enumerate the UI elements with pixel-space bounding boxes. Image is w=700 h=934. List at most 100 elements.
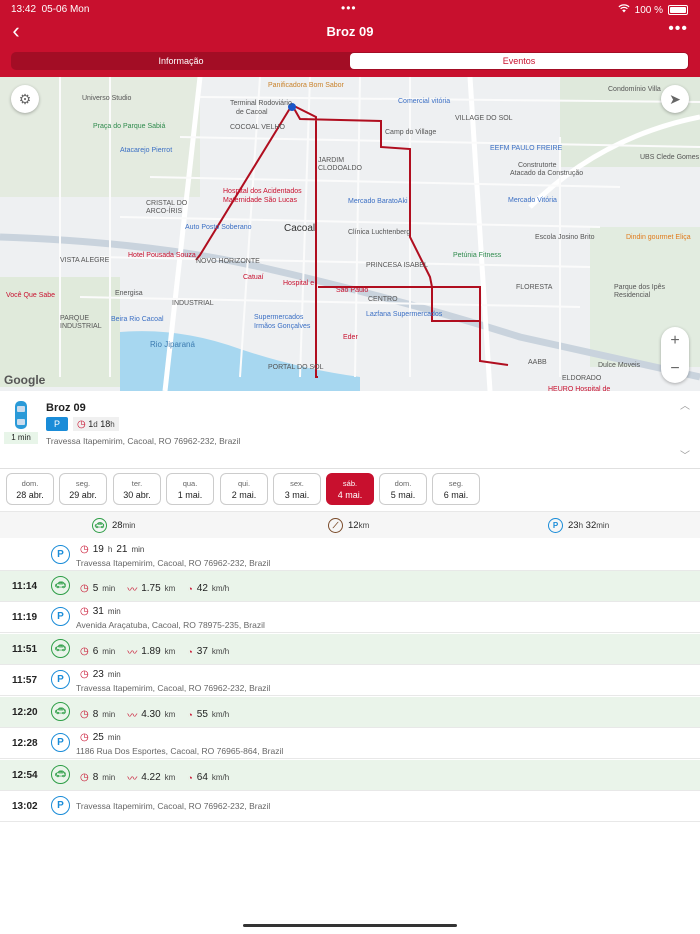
- event-duration: ◷ 23 min: [80, 669, 121, 680]
- event-stats: ◷ 6 min 〰 1.89 km ◔ 37 km/h: [80, 646, 230, 659]
- battery-status: 100 %: [618, 4, 688, 16]
- day-chip[interactable]: ter. 30 abr.: [113, 473, 161, 505]
- car-icon: 🚗︎: [92, 518, 107, 533]
- event-row-park[interactable]: 11:57 P ◷ 23 min Travessa Itapemirim, Caco…: [0, 665, 700, 696]
- event-duration: ◷ 31 min: [80, 606, 121, 617]
- route-map[interactable]: Panificadora Bom Sabor Universo Studio T…: [0, 77, 700, 391]
- status-time: 13:42 05-06 Mon: [11, 4, 90, 15]
- event-time: 12:54: [12, 770, 38, 781]
- svg-text:Construtorte: Construtorte: [518, 162, 557, 169]
- svg-text:Eder: Eder: [343, 334, 358, 341]
- event-row-drive[interactable]: 12:20 🚗︎ ◷ 8 min 〰 4.30 km ◔ 55 km/h: [0, 697, 700, 728]
- svg-text:Parque dos Ipês: Parque dos Ipês: [614, 284, 665, 291]
- svg-text:EEFM PAULO FREIRE: EEFM PAULO FREIRE: [490, 145, 563, 152]
- clock-icon: ◷: [80, 606, 89, 617]
- tab-informacao[interactable]: Informação: [12, 53, 350, 69]
- vehicle-name: Broz 09: [46, 402, 86, 414]
- vehicle-info-panel[interactable]: 1 min Broz 09 P ◷ 1d 18h Travessa Itapem…: [0, 391, 700, 469]
- home-indicator[interactable]: [243, 924, 457, 927]
- car-update-time: 1 min: [4, 432, 38, 444]
- event-row-park[interactable]: 11:19 P ◷ 31 min Avenida Araçatuba, Cacoal…: [0, 602, 700, 633]
- svg-text:PORTAL DO SOL: PORTAL DO SOL: [268, 364, 324, 371]
- day-chip-selected[interactable]: sáb. 4 mai.: [326, 473, 374, 505]
- event-row-drive[interactable]: 12:54 🚗︎ ◷ 8 min 〰 4.22 km ◔ 64 km/h: [0, 760, 700, 791]
- map-canvas: Panificadora Bom Sabor Universo Studio T…: [0, 77, 700, 391]
- navigation-arrow-icon[interactable]: ➤: [661, 85, 689, 113]
- svg-text:PRINCESA ISABEL: PRINCESA ISABEL: [366, 262, 428, 269]
- day-selector: dom. 28 abr. seg. 29 abr. ter. 30 abr. qua.…: [0, 469, 700, 511]
- svg-text:AABB: AABB: [528, 359, 547, 366]
- event-time: 12:28: [12, 738, 38, 749]
- svg-text:Maternidade São Lucas: Maternidade São Lucas: [223, 197, 297, 204]
- tab-eventos[interactable]: Eventos: [350, 53, 688, 69]
- event-stats: ◷ 8 min 〰 4.30 km ◔ 55 km/h: [80, 709, 230, 722]
- event-time: 11:51: [12, 644, 38, 655]
- svg-text:Cacoal: Cacoal: [284, 223, 315, 234]
- svg-text:Atacarejo Pierrot: Atacarejo Pierrot: [120, 147, 172, 154]
- trend-line-icon: 〰: [127, 648, 138, 659]
- battery-icon: [668, 5, 688, 15]
- speedometer-icon: ◔: [187, 709, 193, 720]
- trend-line-icon: 〰: [127, 585, 138, 596]
- svg-text:JARDIM: JARDIM: [318, 157, 344, 164]
- gear-icon[interactable]: ⚙: [11, 85, 39, 113]
- svg-text:Hotel Pousada Souza: Hotel Pousada Souza: [128, 252, 196, 259]
- day-chip[interactable]: sex. 3 mai.: [273, 473, 321, 505]
- clock-icon: ◷: [80, 732, 89, 743]
- event-stats: ◷ 8 min 〰 4.22 km ◔ 64 km/h: [80, 772, 230, 785]
- svg-text:Mercado BaratoAki: Mercado BaratoAki: [348, 198, 408, 205]
- event-time: 12:20: [12, 707, 38, 718]
- day-chip[interactable]: seg. 29 abr.: [59, 473, 107, 505]
- car-icon: [5, 399, 37, 435]
- event-time: 13:02: [12, 801, 38, 812]
- chevron-up-icon[interactable]: ︿: [680, 397, 690, 412]
- trend-line-icon: 〰: [127, 711, 138, 722]
- day-chip[interactable]: dom. 5 mai.: [379, 473, 427, 505]
- svg-text:Escola Josino Brito: Escola Josino Brito: [535, 234, 595, 241]
- event-address: Travessa Itapemirim, Cacoal, RO 76962-23…: [76, 801, 271, 811]
- svg-text:Você Que Sabe: Você Que Sabe: [6, 292, 55, 299]
- event-time: 11:57: [12, 675, 38, 686]
- day-chip[interactable]: qui. 2 mai.: [220, 473, 268, 505]
- status-bar: 13:42 05-06 Mon ••• 100 %: [0, 0, 700, 18]
- svg-text:Terminal Rodoviário: Terminal Rodoviário: [230, 100, 292, 107]
- car-icon: 🚗︎: [51, 639, 70, 658]
- summary-drive: 🚗︎ 28min: [92, 518, 135, 533]
- car-icon: 🚗︎: [51, 702, 70, 721]
- day-chip[interactable]: qua. 1 mai.: [166, 473, 214, 505]
- svg-text:São Paulo: São Paulo: [336, 287, 368, 294]
- event-row-drive[interactable]: 11:51 🚗︎ ◷ 6 min 〰 1.89 km ◔ 37 km/h: [0, 634, 700, 665]
- zoom-in-button[interactable]: +: [661, 327, 689, 355]
- event-row-drive[interactable]: 11:14 🚗︎ ◷ 5 min 〰 1.75 km ◔ 42 km/h: [0, 571, 700, 602]
- event-address: Travessa Itapemirim, Cacoal, RO 76962-23…: [76, 683, 271, 693]
- zoom-out-button[interactable]: −: [661, 355, 689, 383]
- multitask-dots-icon[interactable]: •••: [341, 1, 357, 15]
- svg-text:INDUSTRIAL: INDUSTRIAL: [60, 323, 102, 330]
- app-header: 13:42 05-06 Mon ••• 100 % ‹ Broz 09 ••• …: [0, 0, 700, 77]
- event-row-park[interactable]: 12:28 P ◷ 25 min 1186 Rua Dos Esportes, Ca…: [0, 728, 700, 759]
- svg-text:ARCO-ÍRIS: ARCO-ÍRIS: [146, 206, 183, 215]
- clock-icon: ◷: [77, 419, 86, 430]
- event-address: Avenida Araçatuba, Cacoal, RO 78975-235,…: [76, 620, 265, 630]
- parking-badge: P: [46, 417, 68, 431]
- event-row-park[interactable]: 13:02 P Travessa Itapemirim, Cacoal, RO …: [0, 791, 700, 822]
- day-chip[interactable]: seg. 6 mai.: [432, 473, 480, 505]
- svg-text:Clínica Luchtenberg: Clínica Luchtenberg: [348, 229, 410, 236]
- svg-text:Auto Posto Soberano: Auto Posto Soberano: [185, 224, 252, 231]
- svg-text:Mercado Vitória: Mercado Vitória: [508, 197, 557, 204]
- svg-text:CLODOALDO: CLODOALDO: [318, 165, 363, 172]
- google-attribution: Google: [4, 373, 46, 387]
- parking-icon: P: [51, 607, 70, 626]
- vehicle-address: Travessa Itapemirim, Cacoal, RO 76962-23…: [46, 436, 241, 446]
- svg-text:UBS Clede Gomes: UBS Clede Gomes: [640, 154, 700, 161]
- day-chip[interactable]: dom. 28 abr.: [6, 473, 54, 505]
- chevron-down-icon[interactable]: ﹀: [680, 447, 690, 462]
- car-icon: 🚗︎: [51, 765, 70, 784]
- svg-text:Comercial vitória: Comercial vitória: [398, 98, 450, 105]
- ellipsis-icon[interactable]: •••: [668, 20, 688, 38]
- event-row-park[interactable]: P ◷ 19 h 21 min Travessa Itapemirim, Cacoal,…: [0, 540, 700, 571]
- svg-text:Panificadora Bom Sabor: Panificadora Bom Sabor: [268, 82, 345, 89]
- svg-text:INDUSTRIAL: INDUSTRIAL: [172, 300, 214, 307]
- svg-text:Hospital e: Hospital e: [283, 280, 314, 287]
- event-address: 1186 Rua Dos Esportes, Cacoal, RO 76965-…: [76, 746, 284, 756]
